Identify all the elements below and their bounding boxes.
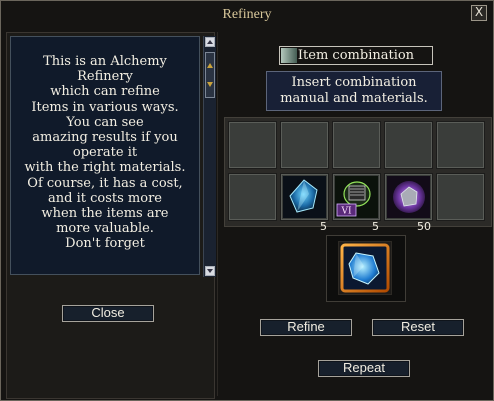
blue-crystal-icon [283,176,326,218]
result-frame [326,235,406,302]
description-line: Items in various ways. [31,99,179,115]
description-scrollbar[interactable] [203,36,216,277]
description-line: operate it [72,145,138,161]
panel-divider [217,32,218,396]
blue-crystal-result-icon [340,243,390,293]
material-slot[interactable] [280,121,329,169]
item-combination-text: Item combination [297,48,415,63]
window-title: Refinery [222,7,272,22]
glow-indicator-icon [281,48,297,63]
description-line: more valuable. [56,221,154,237]
svg-text:VI: VI [340,207,351,217]
scroll-thumb[interactable] [205,52,215,98]
material-grid: 5 VI 5 50 [224,117,492,233]
purple-ore-icon [387,176,430,218]
scroll-down-icon[interactable] [205,266,215,276]
slot-count: 5 [320,220,327,233]
description-line: This is an Alchemy [43,54,167,69]
material-slot[interactable]: 5 [280,173,329,233]
item-combination-label: Item combination [279,46,433,65]
close-button[interactable]: Close [62,305,154,322]
description-line: with the right materials. [24,160,186,176]
description-line: and it costs more [48,190,162,206]
description-line: which can refine [50,84,160,100]
material-slot[interactable] [384,121,433,169]
close-window-button[interactable]: X [471,5,487,21]
description-line: Refinery [77,69,133,85]
material-slot[interactable]: VI 5 [332,173,381,233]
green-vial-icon: VI [335,176,378,218]
description-textbox: This is an Alchemy Refinery which can re… [10,36,200,275]
description-panel: This is an Alchemy Refinery which can re… [6,32,216,399]
reset-button[interactable]: Reset [372,319,464,336]
description-line: Of course, it has a cost, [27,175,183,191]
description-line: Don't forget [65,236,145,252]
refine-button[interactable]: Refine [260,319,352,336]
description-line: amazing results if you [32,130,178,146]
slot-count: 50 [417,220,431,233]
repeat-button[interactable]: Repeat [318,360,410,377]
slot-count: 5 [372,220,379,233]
scroll-up-icon[interactable] [205,37,215,47]
material-slot[interactable] [436,173,485,221]
instructions-line: Insert combination [291,75,417,90]
material-slot[interactable] [228,173,277,221]
description-line: when the items are [41,206,169,222]
material-slot[interactable] [436,121,485,169]
result-slot[interactable] [338,241,392,295]
instructions-line: manual and materials. [280,91,428,106]
instructions-box: Insert combination manual and materials. [266,71,442,111]
description-line: You can see [66,114,144,130]
material-slot[interactable] [332,121,381,169]
material-slot[interactable] [228,121,277,169]
refinery-window: Refinery X This is an Alchemy Refinery w… [0,0,494,401]
material-slot[interactable]: 50 [384,173,433,233]
